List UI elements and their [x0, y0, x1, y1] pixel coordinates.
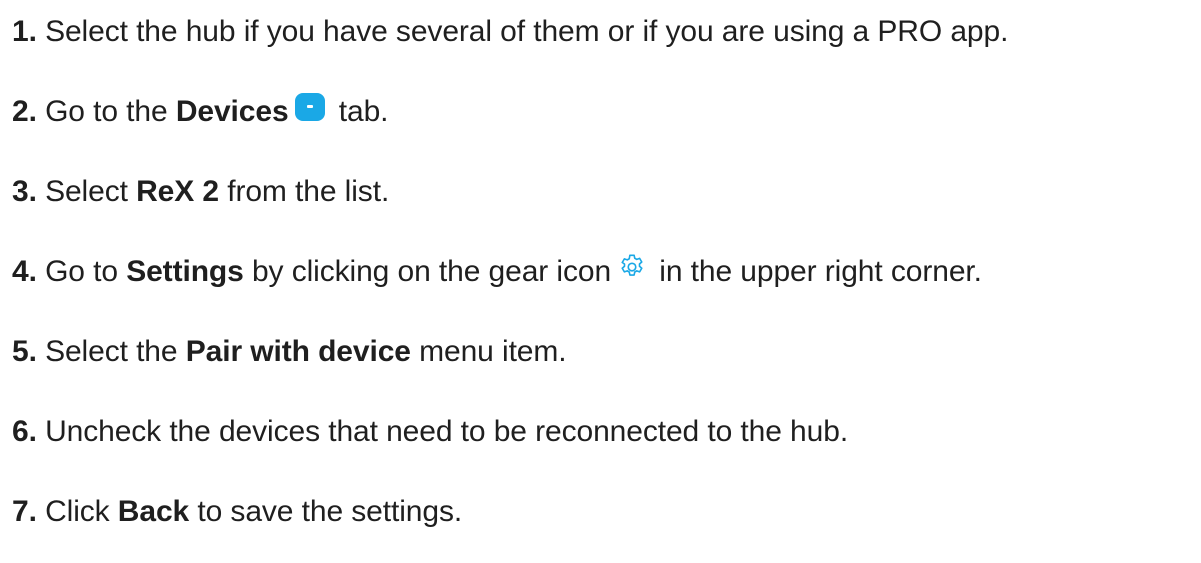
step-number: 3. — [12, 175, 37, 208]
step-number: 4. — [12, 255, 37, 288]
step-text: Select the — [36, 335, 186, 368]
step-7: 7. Click Back to save the settings. — [12, 492, 462, 532]
step-4: 4. Go to Settings by clicking on the gea… — [12, 252, 982, 292]
settings-label: Settings — [126, 255, 244, 288]
step-text: by clicking on the gear icon — [243, 255, 612, 288]
step-3: 3. Select ReX 2 from the list. — [12, 172, 389, 212]
step-text: Click — [36, 495, 118, 528]
gear-icon — [617, 252, 647, 282]
step-text: Go to the — [36, 95, 176, 128]
step-5: 5. Select the Pair with device menu item… — [12, 332, 567, 372]
step-text: in the upper right corner. — [651, 255, 982, 288]
step-number: 5. — [12, 335, 37, 368]
step-number: 2. — [12, 95, 37, 128]
step-number: 6. — [12, 415, 37, 448]
step-text: Uncheck the devices that need to be reco… — [36, 415, 849, 448]
step-number: 7. — [12, 495, 37, 528]
devices-tab-icon — [294, 93, 325, 122]
step-6: 6. Uncheck the devices that need to be r… — [12, 412, 848, 452]
back-label: Back — [117, 495, 190, 528]
device-name-label: ReX 2 — [136, 175, 219, 208]
step-text: tab. — [330, 95, 389, 128]
step-text: Select — [36, 175, 137, 208]
devices-label: Devices — [175, 95, 289, 128]
menu-item-label: Pair with device — [185, 335, 411, 368]
step-1: 1. Select the hub if you have several of… — [12, 12, 1008, 52]
step-number: 1. — [12, 15, 37, 48]
step-text: Go to — [36, 255, 127, 288]
step-text: Select the hub if you have several of th… — [36, 15, 1009, 48]
step-text: menu item. — [410, 335, 567, 368]
step-text: to save the settings. — [189, 495, 463, 528]
step-text: from the list. — [218, 175, 390, 208]
step-2: 2. Go to the Devices tab. — [12, 92, 389, 132]
